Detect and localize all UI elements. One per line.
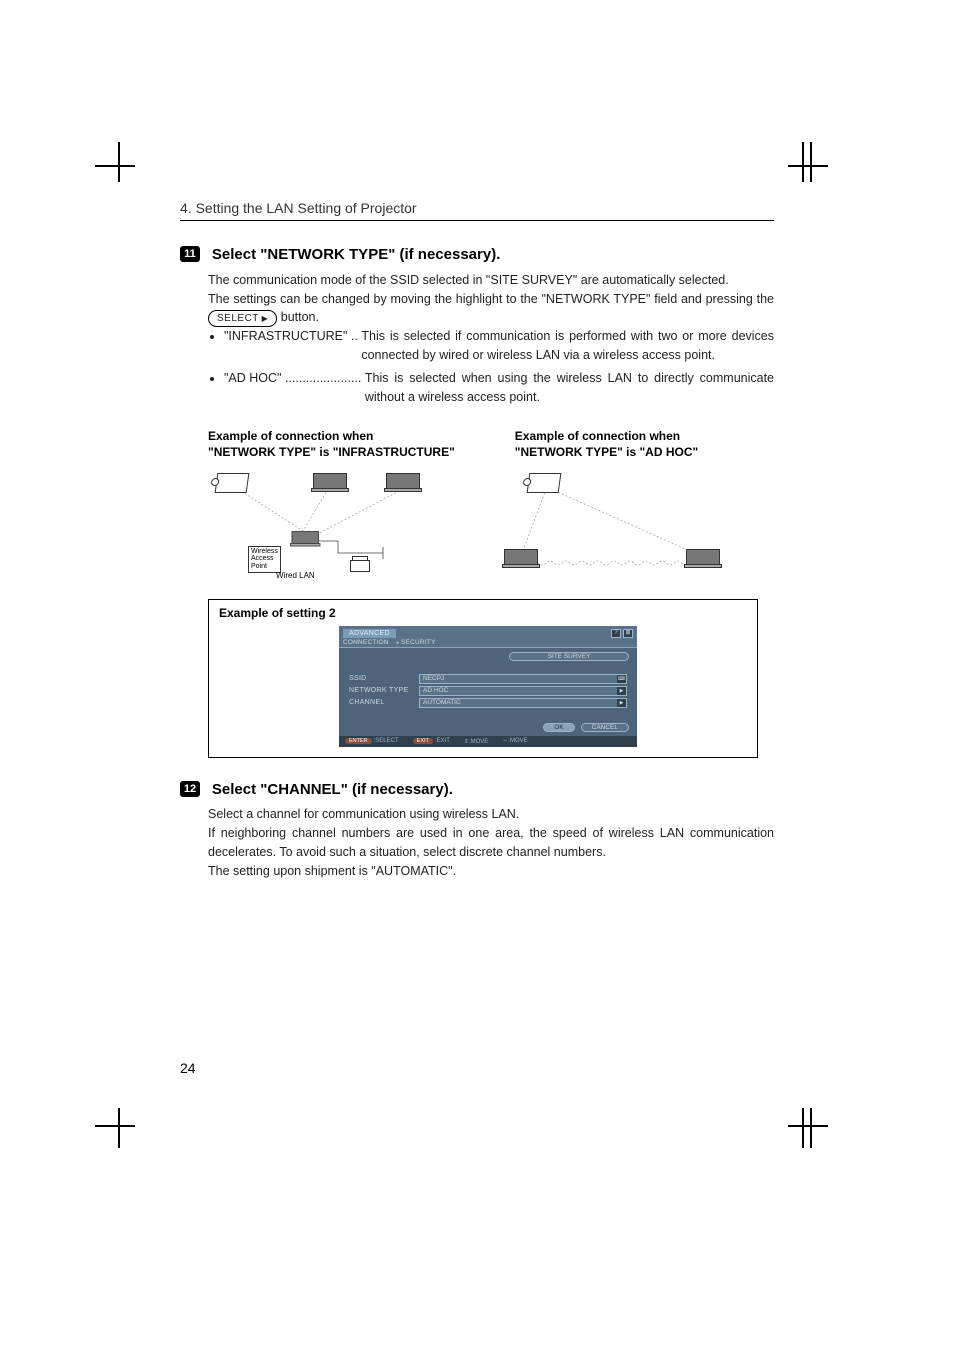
- page-header: 4. Setting the LAN Setting of Projector: [180, 200, 774, 216]
- page-number: 24: [180, 1060, 774, 1076]
- laptop-icon: [313, 473, 349, 495]
- move-leftright-hint: ⇔:MOVE: [502, 738, 527, 745]
- enter-hint-pill: ENTER: [345, 738, 372, 744]
- wireless-access-point-label: Wireless Access Point: [248, 546, 281, 573]
- examples-row: Example of connection when "NETWORK TYPE…: [208, 428, 774, 460]
- text-fragment: The settings can be changed by moving th…: [208, 292, 774, 306]
- projector-icon: [216, 473, 248, 493]
- osd-menu: ADVANCED ? ⊠ CONNECTION SECURITY SITE SU…: [339, 626, 637, 747]
- bullet-adhoc-label: "AD HOC" ......................: [224, 369, 361, 407]
- network-node-icon: [350, 556, 370, 572]
- osd-help-icon[interactable]: ?: [611, 629, 621, 638]
- text-fragment: button.: [277, 310, 319, 324]
- step-11: 11 Select "NETWORK TYPE" (if necessary).…: [180, 245, 774, 406]
- bullet-infrastructure-text: This is selected if communication is per…: [361, 327, 774, 365]
- select-button-icon: SELECT: [208, 310, 277, 327]
- diagram-infrastructure: Wireless Access Point Wired LAN: [208, 471, 438, 581]
- network-type-value: AD HOC: [423, 687, 448, 694]
- laptop-icon: [386, 473, 422, 495]
- osd-tab-advanced[interactable]: ADVANCED: [343, 629, 396, 638]
- step-12-p3: The setting upon shipment is "AUTOMATIC"…: [208, 862, 774, 881]
- example-infra-title: Example of connection when "NETWORK TYPE…: [208, 428, 455, 460]
- header-rule: [180, 220, 774, 221]
- text-line: Example of connection when: [515, 428, 698, 444]
- step-11-bullets: "INFRASTRUCTURE" .. This is selected if …: [208, 327, 774, 406]
- wired-lan-label: Wired LAN: [276, 571, 315, 580]
- diagram-adhoc: [486, 471, 736, 581]
- exit-hint-pill: EXIT: [413, 738, 433, 744]
- channel-label: CHANNEL: [349, 699, 419, 706]
- example-adhoc-title: Example of connection when "NETWORK TYPE…: [515, 428, 698, 460]
- step-12-title: Select "CHANNEL" (if necessary).: [212, 780, 453, 797]
- osd-hints: ENTER:SELECT EXIT:EXIT ⇕:MOVE ⇔:MOVE: [339, 736, 637, 747]
- bullet-infrastructure-label: "INFRASTRUCTURE" ..: [224, 327, 358, 365]
- edit-icon: ⌨: [617, 675, 626, 683]
- chevron-right-icon: ▶: [617, 699, 626, 707]
- step-11-p1: The communication mode of the SSID selec…: [208, 271, 774, 290]
- subtab-security[interactable]: SECURITY: [397, 639, 436, 646]
- move-updown-hint: ⇕:MOVE: [464, 738, 488, 745]
- laptop-icon: [292, 531, 321, 549]
- step-number-badge: 11: [180, 246, 200, 262]
- diagram-row: Wireless Access Point Wired LAN: [208, 471, 774, 581]
- laptop-icon: [504, 549, 540, 571]
- site-survey-button[interactable]: SITE SURVEY: [509, 652, 629, 661]
- text-line: "NETWORK TYPE" is "INFRASTRUCTURE": [208, 444, 455, 460]
- ok-button[interactable]: OK: [543, 723, 574, 732]
- ssid-label: SSID: [349, 675, 419, 682]
- cancel-button[interactable]: CANCEL: [581, 723, 629, 732]
- channel-value: AUTOMATIC: [423, 699, 461, 706]
- settings-panel-title: Example of setting 2: [219, 606, 747, 620]
- step-11-p2: The settings can be changed by moving th…: [208, 290, 774, 328]
- select-hint: :SELECT: [374, 738, 399, 744]
- osd-body: SITE SURVEY SSID NECPJ ⌨ NETWORK TYPE AD…: [339, 648, 637, 736]
- step-12-p2: If neighboring channel numbers are used …: [208, 824, 774, 862]
- subtab-connection[interactable]: CONNECTION: [343, 639, 389, 646]
- step-number-badge: 12: [180, 781, 200, 797]
- osd-subtabs: CONNECTION SECURITY: [339, 638, 637, 648]
- step-11-title: Select "NETWORK TYPE" (if necessary).: [212, 246, 500, 263]
- settings-panel: Example of setting 2 ADVANCED ? ⊠ CONNEC…: [208, 599, 758, 758]
- channel-field[interactable]: AUTOMATIC ▶: [419, 698, 627, 708]
- ssid-field[interactable]: NECPJ ⌨: [419, 674, 627, 684]
- step-12: 12 Select "CHANNEL" (if necessary). Sele…: [180, 780, 774, 881]
- step-12-p1: Select a channel for communication using…: [208, 805, 774, 824]
- text-line: Example of connection when: [208, 428, 455, 444]
- bullet-adhoc-text: This is selected when using the wireless…: [365, 369, 774, 407]
- ssid-value: NECPJ: [423, 675, 444, 682]
- chevron-right-icon: ▶: [617, 687, 626, 695]
- network-type-field[interactable]: AD HOC ▶: [419, 686, 627, 696]
- exit-hint: :EXIT: [435, 738, 450, 744]
- text-line: "NETWORK TYPE" is "AD HOC": [515, 444, 698, 460]
- osd-tab-bar: ADVANCED ? ⊠: [339, 626, 637, 638]
- projector-icon: [528, 473, 560, 493]
- network-type-label: NETWORK TYPE: [349, 687, 419, 694]
- osd-close-icon[interactable]: ⊠: [623, 629, 633, 638]
- laptop-icon: [686, 549, 722, 571]
